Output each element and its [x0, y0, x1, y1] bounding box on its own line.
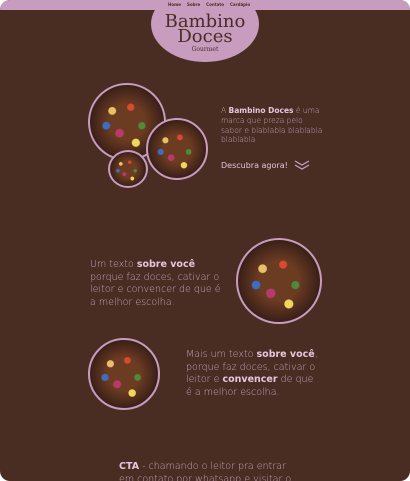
logo-line-3: Gourmet: [191, 45, 219, 53]
sweets-photo-section-2: [236, 238, 322, 324]
section-2-text: Um texto sobre você porque faz doces, ca…: [90, 259, 221, 308]
chevron-down-icon: [294, 160, 310, 170]
logo-text: Bambino Doces Gourmet: [151, 12, 259, 53]
sweets-photo-medium: [146, 118, 208, 180]
cta-text: CTA - chamando o leitor pra entrar em co…: [119, 461, 292, 481]
section-3-text: Mais um texto sobre você, porque faz doc…: [186, 349, 318, 398]
sweets-photo-section-3: [88, 338, 160, 410]
logo[interactable]: Bambino Doces Gourmet: [151, 0, 259, 62]
nav-item-cardapio[interactable]: Cardápio: [230, 2, 250, 7]
discover-link-label: Descubra agora!: [221, 160, 288, 170]
sweets-photo-small: [108, 150, 148, 188]
discover-link[interactable]: Descubra agora!: [221, 160, 310, 170]
page: Home Sobre Contato Cardápio Bambino Doce…: [0, 0, 410, 481]
about-text: A Bambino Doces é uma marca que preza pe…: [221, 106, 323, 145]
nav-item-home[interactable]: Home: [168, 2, 181, 7]
brand-name: Bambino Doces: [228, 106, 294, 115]
nav-item-contato[interactable]: Contato: [206, 2, 224, 7]
nav-item-sobre[interactable]: Sobre: [187, 2, 200, 7]
nav-menu: Home Sobre Contato Cardápio: [168, 2, 250, 7]
